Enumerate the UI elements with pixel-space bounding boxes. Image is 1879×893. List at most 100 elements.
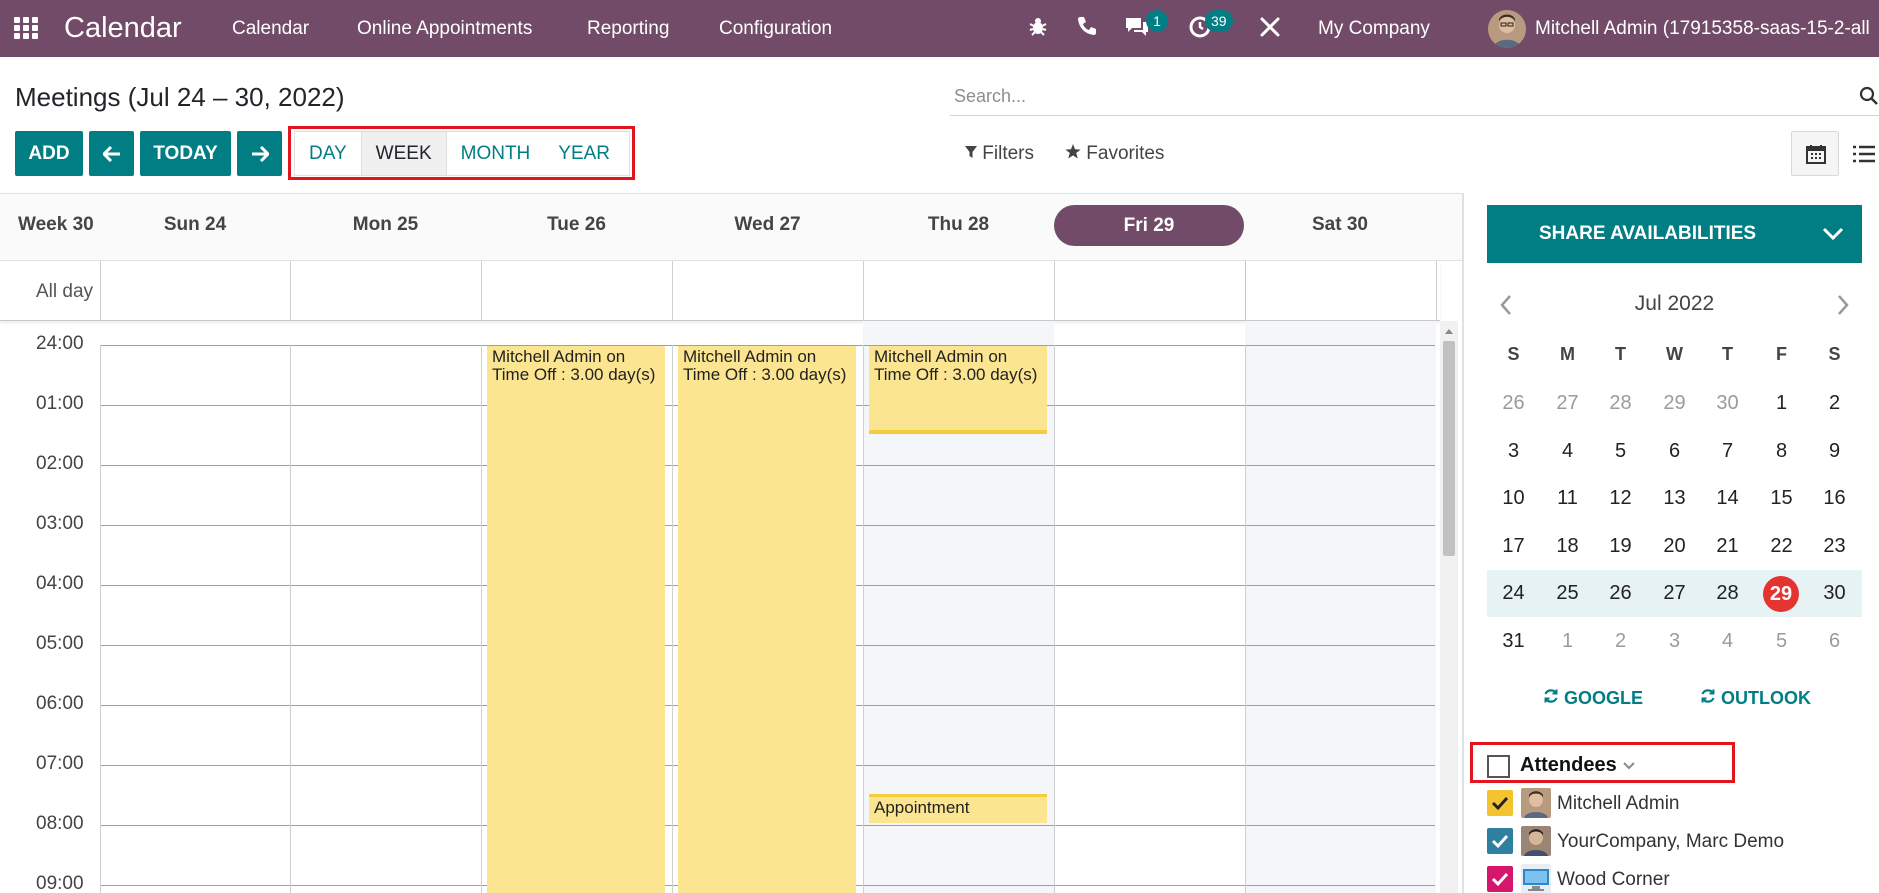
mini-calendar-day[interactable]: 3: [1487, 440, 1540, 463]
arrow-right-icon: [251, 145, 269, 162]
app-name[interactable]: Calendar: [64, 12, 182, 45]
event-time-off-tue[interactable]: Mitchell Admin on Time Off : 3.00 day(s): [487, 346, 665, 893]
mini-calendar-day[interactable]: 25: [1541, 582, 1594, 605]
mini-calendar-day[interactable]: 19: [1594, 535, 1647, 558]
phone-icon[interactable]: [1076, 15, 1102, 41]
mini-calendar-day[interactable]: 5: [1594, 440, 1647, 463]
mini-calendar-day[interactable]: 30: [1808, 582, 1861, 605]
mini-calendar-day[interactable]: 24: [1487, 582, 1540, 605]
day-header-sat[interactable]: Sat 30: [1245, 214, 1435, 236]
mini-calendar-day[interactable]: 29: [1648, 392, 1701, 415]
apps-menu-icon[interactable]: [14, 17, 40, 39]
user-avatar[interactable]: [1488, 10, 1526, 48]
mini-calendar-day[interactable]: 22: [1755, 535, 1808, 558]
mini-week-row: 26 27 28 29 30 1 2: [1487, 380, 1862, 427]
mini-calendar-day[interactable]: 16: [1808, 487, 1861, 510]
company-switcher[interactable]: My Company: [1318, 18, 1430, 40]
tools-icon[interactable]: [1258, 15, 1284, 41]
mini-calendar-day[interactable]: 11: [1541, 487, 1594, 510]
mini-calendar-day[interactable]: 1: [1755, 392, 1808, 415]
attendee-item[interactable]: Mitchell Admin: [1487, 788, 1847, 818]
calendar-view-button[interactable]: [1791, 131, 1839, 176]
mini-calendar-day[interactable]: 27: [1648, 582, 1701, 605]
sync-icon: [1544, 689, 1558, 703]
mini-calendar-day[interactable]: 9: [1808, 440, 1861, 463]
all-day-label: All day: [36, 281, 94, 302]
previous-button[interactable]: [89, 131, 134, 176]
mini-calendar-day[interactable]: 3: [1648, 630, 1701, 653]
mini-calendar-day[interactable]: 27: [1541, 392, 1594, 415]
checkbox-checked-icon[interactable]: [1487, 828, 1513, 854]
mini-calendar-day[interactable]: 26: [1487, 392, 1540, 415]
next-month-icon[interactable]: [1836, 294, 1850, 316]
google-sync-button[interactable]: GOOGLE: [1543, 688, 1643, 709]
user-menu[interactable]: Mitchell Admin (17915358-saas-15-2-all: [1535, 18, 1879, 40]
day-header-sun[interactable]: Sun 24: [100, 214, 290, 236]
menu-reporting[interactable]: Reporting: [587, 18, 669, 40]
time-label: 09:00: [36, 873, 84, 893]
mini-calendar-day[interactable]: 2: [1808, 392, 1861, 415]
weekday-label: T: [1722, 344, 1733, 364]
next-button[interactable]: [237, 131, 282, 176]
mini-calendar-day[interactable]: 20: [1648, 535, 1701, 558]
calendar-scrollbar[interactable]: [1440, 321, 1458, 893]
event-appointment[interactable]: Appointment: [869, 794, 1047, 823]
mini-calendar-day[interactable]: 12: [1594, 487, 1647, 510]
attendee-item[interactable]: YourCompany, Marc Demo: [1487, 826, 1847, 856]
mini-calendar-day[interactable]: 15: [1755, 487, 1808, 510]
mini-calendar-day[interactable]: 18: [1541, 535, 1594, 558]
menu-calendar[interactable]: Calendar: [232, 18, 309, 40]
chevron-down-icon: [1822, 227, 1844, 241]
share-availabilities-button[interactable]: SHARE AVAILABILITIES: [1487, 205, 1862, 263]
day-header-mon[interactable]: Mon 25: [290, 214, 481, 236]
mini-calendar-day[interactable]: 13: [1648, 487, 1701, 510]
mini-calendar-day[interactable]: 28: [1701, 582, 1754, 605]
mini-calendar-day[interactable]: 5: [1755, 630, 1808, 653]
event-time-off-wed[interactable]: Mitchell Admin on Time Off : 3.00 day(s): [678, 346, 856, 893]
mini-calendar-day[interactable]: 17: [1487, 535, 1540, 558]
search-input[interactable]: [950, 80, 1810, 112]
day-header-tue[interactable]: Tue 26: [481, 214, 672, 236]
arrow-left-icon: [102, 145, 120, 162]
attendee-item[interactable]: Wood Corner: [1487, 864, 1847, 893]
mini-calendar-day[interactable]: 30: [1701, 392, 1754, 415]
add-button[interactable]: ADD: [15, 131, 83, 176]
menu-configuration[interactable]: Configuration: [719, 18, 832, 40]
checkbox-checked-icon[interactable]: [1487, 866, 1513, 892]
time-label: 07:00: [36, 753, 84, 774]
outlook-label: OUTLOOK: [1721, 688, 1812, 708]
today-button[interactable]: TODAY: [140, 131, 231, 176]
mini-calendar-day[interactable]: 2: [1594, 630, 1647, 653]
bug-icon[interactable]: [1027, 15, 1053, 41]
checkbox-checked-icon[interactable]: [1487, 790, 1513, 816]
search-icon[interactable]: [1859, 86, 1879, 106]
mini-calendar-day[interactable]: 4: [1541, 440, 1594, 463]
event-time-off-thu[interactable]: Mitchell Admin on Time Off : 3.00 day(s): [869, 346, 1047, 434]
day-header-thu[interactable]: Thu 28: [863, 214, 1054, 236]
menu-online-appointments[interactable]: Online Appointments: [357, 18, 532, 40]
day-header-wed[interactable]: Wed 27: [672, 214, 863, 236]
time-grid[interactable]: 24:00 01:00 02:00 03:00 04:00 05:00 06:0…: [0, 321, 1440, 893]
list-view-button[interactable]: [1843, 131, 1879, 176]
mini-calendar-day[interactable]: 26: [1594, 582, 1647, 605]
mini-calendar-day[interactable]: 28: [1594, 392, 1647, 415]
favorites-toggle[interactable]: Favorites: [1065, 143, 1164, 165]
mini-calendar-day[interactable]: 6: [1808, 630, 1861, 653]
all-day-row[interactable]: All day: [0, 261, 1440, 321]
mini-calendar-day[interactable]: 6: [1648, 440, 1701, 463]
mini-calendar-today[interactable]: 29: [1763, 576, 1799, 613]
mini-calendar-day[interactable]: 21: [1701, 535, 1754, 558]
day-header-row: Week 30 Sun 24 Mon 25 Tue 26 Wed 27 Thu …: [0, 194, 1464, 261]
mini-calendar-day[interactable]: 10: [1487, 487, 1540, 510]
day-header-today[interactable]: Fri 29: [1054, 205, 1244, 246]
mini-calendar-day[interactable]: 14: [1701, 487, 1754, 510]
scrollbar-thumb[interactable]: [1443, 341, 1455, 556]
mini-calendar-day[interactable]: 31: [1487, 630, 1540, 653]
mini-calendar-day[interactable]: 7: [1701, 440, 1754, 463]
mini-calendar-day[interactable]: 1: [1541, 630, 1594, 653]
filters-toggle[interactable]: Filters: [965, 143, 1034, 165]
outlook-sync-button[interactable]: OUTLOOK: [1700, 688, 1811, 709]
mini-calendar-day[interactable]: 23: [1808, 535, 1861, 558]
mini-calendar-day[interactable]: 4: [1701, 630, 1754, 653]
mini-calendar-day[interactable]: 8: [1755, 440, 1808, 463]
